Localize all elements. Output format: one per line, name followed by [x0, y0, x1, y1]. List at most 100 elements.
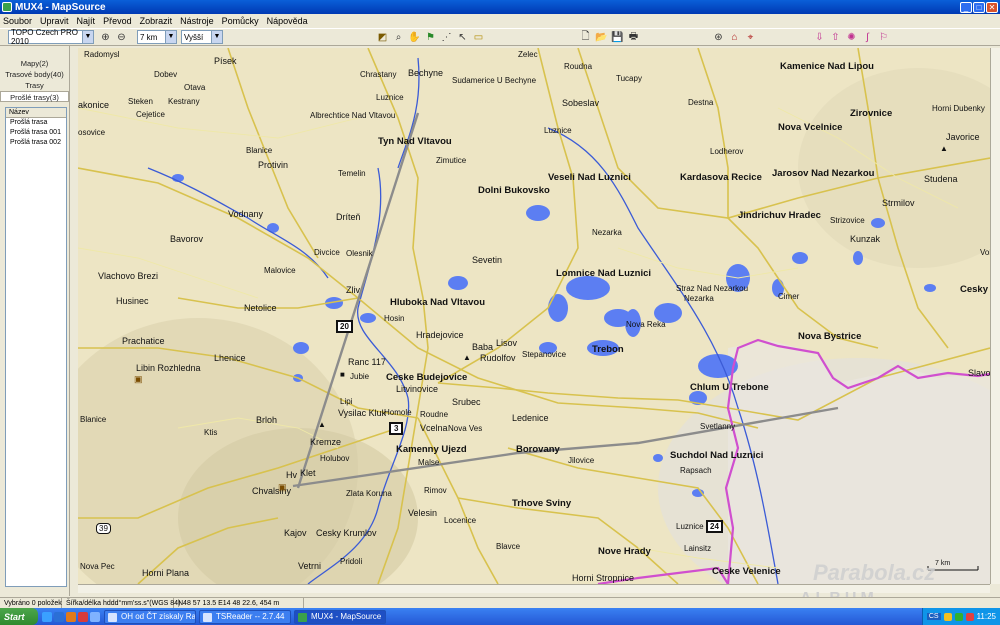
map-place-label: Lomnice Nad Luznici [556, 268, 652, 279]
find-binoculars-icon[interactable]: ⊛ [711, 30, 726, 45]
print-icon[interactable]: 🖶 [626, 30, 641, 45]
map-place-label: Temelin [338, 169, 366, 178]
routes-icon[interactable]: ∫ [860, 30, 875, 45]
tab-waypoints[interactable]: Trasové body(40) [0, 69, 69, 80]
taskbar-task-browser[interactable]: OH od ČT získaly Ra... [104, 609, 196, 624]
tab-routes[interactable]: Trasy [0, 80, 69, 91]
zoom-out-icon[interactable]: ⊖ [114, 30, 129, 45]
tray-app-icon[interactable] [943, 612, 952, 621]
tracks-icon[interactable]: ✺ [844, 30, 859, 45]
map-place-label: Rimov [424, 486, 447, 495]
map-place-label: Husinec [116, 296, 149, 306]
map-place-label: Nezarka [592, 228, 622, 237]
tracks-list[interactable]: Název Prošlá trasa Prošlá trasa 001 Proš… [5, 107, 67, 587]
quicklaunch-desktop-icon[interactable] [42, 611, 52, 622]
tray-network-icon[interactable] [954, 612, 963, 621]
list-header-name[interactable]: Název [6, 108, 66, 118]
map-product-select[interactable]: TOPO Czech PRO 2010 ▼ [8, 28, 94, 46]
map-place-label: Jubie [350, 372, 370, 381]
map-product-value: TOPO Czech PRO 2010 [11, 28, 78, 46]
system-tray: CS 11:25 [921, 608, 1000, 625]
map-place-label: Blavce [496, 542, 521, 551]
menu-upravit[interactable]: Upravit [40, 16, 69, 26]
window-title-bar[interactable]: MUX4 - MapSource _ □ ✕ [0, 0, 1000, 14]
zoom-level-select[interactable]: 7 km ▼ [137, 30, 177, 44]
map-place-label: Kardasova Recice [680, 172, 762, 183]
map-place-label: Strmilov [882, 198, 915, 208]
select-tool-icon[interactable]: ↖ [455, 30, 470, 45]
quicklaunch-app-icon[interactable] [90, 611, 100, 622]
map-place-label: Ceske Velenice [712, 566, 781, 577]
map-place-label: Sobeslav [562, 98, 600, 108]
minimize-button[interactable]: _ [960, 1, 972, 13]
map-place-label: Srubec [452, 397, 481, 407]
clock: 11:25 [976, 612, 996, 621]
map-place-label: Luznice [544, 126, 572, 135]
map-place-label: Netolice [244, 303, 277, 313]
maximize-button[interactable]: □ [973, 1, 985, 13]
route-tool-icon[interactable]: ⋰ [439, 30, 454, 45]
tray-security-icon[interactable] [965, 612, 974, 621]
start-label: Start [4, 611, 25, 622]
route-shield-3: 3 [389, 422, 404, 435]
waypoint-tool-icon[interactable]: ⚑ [423, 30, 438, 45]
map-vertical-scrollbar[interactable] [990, 48, 1000, 584]
taskbar-task-mapsource[interactable]: MUX4 - MapSource [294, 609, 386, 624]
hand-tool-icon[interactable]: ✋ [407, 30, 422, 45]
quicklaunch-firefox-icon[interactable] [66, 611, 76, 622]
map-place-label: Horni Dubenky [932, 104, 985, 113]
language-indicator[interactable]: CS [926, 613, 941, 620]
zoom-tool-icon[interactable]: ⌕ [391, 30, 406, 45]
receive-from-device-icon[interactable]: ⇩ [812, 30, 827, 45]
find-place-icon[interactable]: ⌂ [727, 30, 742, 45]
map-place-label: Malovice [264, 266, 296, 275]
menu-zobrazit[interactable]: Zobrazit [140, 16, 173, 26]
map-place-label: Kremze [310, 437, 342, 447]
map-place-label: Strizovice [830, 216, 865, 225]
map-place-label: Veseli Nad Luznici [548, 172, 631, 183]
detail-level-value: Vyšší [184, 32, 204, 42]
map-place-label: Nova Bystrice [798, 331, 862, 342]
tab-tracks[interactable]: Prošlé trasy(3) [0, 91, 69, 102]
waypoints-icon[interactable]: ⚐ [876, 30, 891, 45]
list-item[interactable]: Prošlá trasa 002 [6, 138, 66, 148]
map-tool-icon[interactable]: ◩ [375, 30, 390, 45]
close-button[interactable]: ✕ [986, 1, 998, 13]
windows-taskbar: Start OH od ČT získaly Ra... TSReader --… [0, 608, 1000, 625]
map-place-label: Nova Ves [448, 424, 483, 433]
map-place-label: Holubov [320, 454, 350, 463]
measure-tool-icon[interactable]: ▭ [471, 30, 486, 45]
map-place-label: Prachatice [122, 336, 165, 346]
map-place-label: Dobev [154, 70, 178, 79]
open-folder-icon[interactable]: 📂 [594, 30, 609, 45]
route-shield-24: 24 [706, 520, 723, 533]
list-item[interactable]: Prošlá trasa 001 [6, 128, 66, 138]
zoom-level-value: 7 km [140, 32, 158, 42]
quicklaunch-opera-icon[interactable] [78, 611, 88, 622]
left-data-panel: Mapy(2) Trasové body(40) Trasy Prošlé tr… [0, 46, 70, 596]
quicklaunch-ie-icon[interactable] [54, 611, 64, 622]
tab-maps[interactable]: Mapy(2) [0, 58, 69, 69]
menu-najit[interactable]: Najít [77, 16, 96, 26]
menu-napoveda[interactable]: Nápověda [267, 16, 308, 26]
list-item[interactable]: Prošlá trasa [6, 118, 66, 128]
menu-prevod[interactable]: Převod [103, 16, 132, 26]
menu-soubor[interactable]: Soubor [3, 16, 32, 26]
new-file-icon[interactable]: 🗋 [578, 30, 593, 45]
map-place-label: Rapsach [680, 466, 712, 475]
send-to-device-icon[interactable]: ⇧ [828, 30, 843, 45]
map-place-label: Zimutice [436, 156, 467, 165]
taskbar-task-tsreader[interactable]: TSReader -- 2.7.44 [199, 609, 291, 624]
start-button[interactable]: Start [0, 608, 38, 625]
detail-level-select[interactable]: Vyšší ▼ [181, 30, 223, 44]
menu-pomucky[interactable]: Pomůcky [222, 16, 259, 26]
save-icon[interactable]: 💾 [610, 30, 625, 45]
find-nearest-icon[interactable]: ⌖ [743, 30, 758, 45]
map-place-label: Vysilac Kluk [338, 408, 387, 418]
ranch-icon: ■ [340, 370, 345, 379]
map-place-label: Lodherov [710, 147, 744, 156]
map-place-label: Roudna [564, 62, 593, 71]
menu-nastroje[interactable]: Nástroje [180, 16, 214, 26]
zoom-in-icon[interactable]: ⊕ [98, 30, 113, 45]
map-canvas[interactable]: Radomysl Písek Dobev Otava Steken Kestrany Cej… [78, 48, 990, 584]
